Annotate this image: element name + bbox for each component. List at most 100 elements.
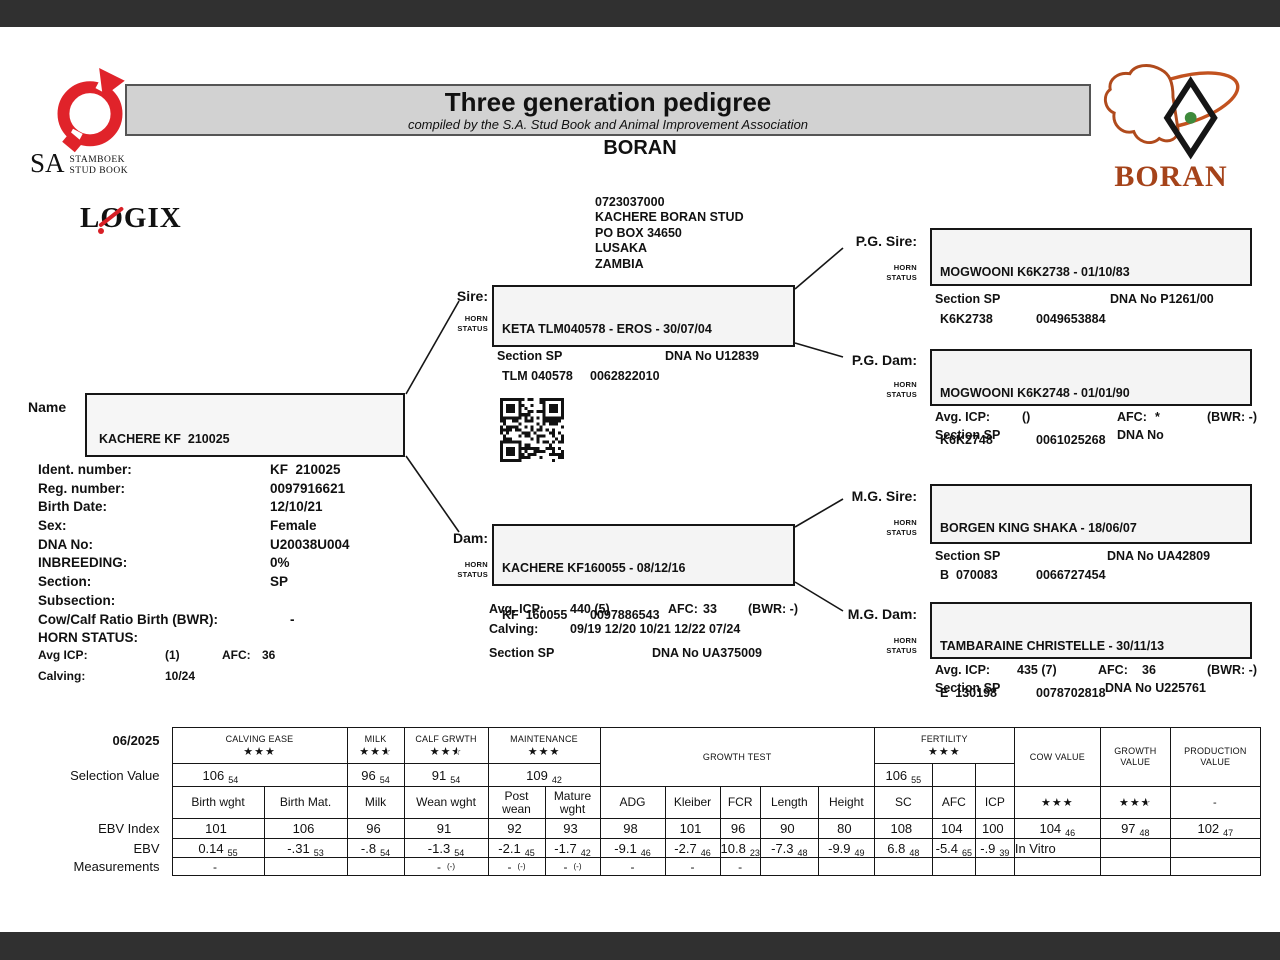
- cow-value-stars: ★★★: [1013, 786, 1101, 819]
- mg-dam-label: M.G. Dam:: [847, 606, 917, 622]
- pg-dam-afc: *: [1155, 410, 1160, 424]
- sire-name: KETA TLM040578 - EROS - 30/07/04: [502, 322, 712, 336]
- group-production-value: PRODUCTION VALUE: [1169, 727, 1261, 787]
- mg-dam-bwr: (BWR: -): [1207, 663, 1257, 677]
- pedigree-document: SA STAMBOEK STUD BOOK Three generation p…: [0, 0, 1280, 960]
- breed-name: BORAN: [603, 137, 677, 159]
- owner-phone: 0723037000: [595, 195, 665, 209]
- group-header-row: 06/2025 CALVING EASE★★★ MILK★★★☆ CALF GR…: [40, 727, 1261, 787]
- growth-value-stars: ★★★☆: [1099, 786, 1171, 819]
- mg-dam-avg-icp: 435 (7): [1017, 663, 1057, 677]
- owner-stud-name: KACHERE BORAN STUD: [595, 210, 744, 225]
- mg-sire-box: BORGEN KING SHAKA - 18/06/07 B 070083 006…: [930, 484, 1252, 582]
- milk-stars: ★★★☆: [359, 745, 392, 758]
- dam-name: KACHERE KF160055 - 08/12/16: [502, 561, 686, 575]
- title-box: Three generation pedigree compiled by th…: [125, 84, 1091, 136]
- selection-value-label: Selection Value: [40, 763, 172, 787]
- sel-icp-empty: [974, 763, 1015, 787]
- group-growth-test: GROWTH TEST: [599, 727, 875, 787]
- sire-reg: 0062822010: [590, 368, 660, 383]
- mg-dam-afc: 36: [1142, 663, 1156, 677]
- mg-dam-name: TAMBARAINE CHRISTELLE - 30/11/13: [940, 639, 1165, 653]
- mg-sire-reg: 0066727454: [1036, 567, 1106, 582]
- pg-sire-box: MOGWOONI K6K2738 - 01/10/83 K6K2738 00496…: [930, 228, 1252, 326]
- sel-calving-ease: 106 54: [171, 763, 348, 787]
- mg-sire-name: BORGEN KING SHAKA - 18/06/07: [940, 521, 1137, 535]
- mg-dam-section-dna: Section SP DNA No U225761: [0, 681, 1280, 697]
- pg-dam-label: P.G. Dam:: [851, 352, 917, 368]
- measurements-label: Measurements: [40, 857, 172, 876]
- sel-calf-growth: 91 54: [403, 763, 489, 787]
- owner-po-box: PO BOX 34650: [595, 225, 682, 240]
- mg-dam-box: TAMBARAINE CHRISTELLE - 30/11/13 E 13019…: [930, 602, 1252, 700]
- col-birth-mat: Birth Mat.: [263, 786, 348, 819]
- col-fcr: FCR: [719, 786, 761, 819]
- fertility-stars: ★★★: [928, 745, 961, 758]
- dam-label: Dam:: [452, 530, 488, 546]
- dam-dna: DNA No UA375009: [652, 646, 762, 660]
- col-kleiber: Kleiber: [664, 786, 721, 819]
- pg-dam-section: Section SP: [935, 428, 1001, 442]
- sire-section: Section SP: [497, 349, 563, 363]
- calving-ease-stars: ★★★: [243, 745, 276, 758]
- col-birth-wght: Birth wght: [171, 786, 265, 819]
- dam-horn-status-label: HORN STATUS: [457, 560, 488, 579]
- letterbox-bottom: [0, 932, 1280, 960]
- mg-dam-dna: DNA No U225761: [1105, 681, 1206, 695]
- owner-block: 0723037000 KACHERE BORAN STUD PO BOX 346…: [595, 195, 744, 272]
- pg-sire-horn-status-label: HORN STATUS: [886, 263, 917, 282]
- ebv-index-label: EBV Index: [40, 818, 172, 839]
- animal-name-box: KACHERE KF 210025: [85, 393, 405, 457]
- ebv-table: 06/2025 CALVING EASE★★★ MILK★★★☆ CALF GR…: [40, 727, 1261, 876]
- col-milk: Milk: [346, 786, 405, 819]
- boran-logo-text: BORAN: [1114, 160, 1228, 193]
- group-cow-value: COW VALUE: [1013, 727, 1101, 787]
- mg-sire-horn-status-label: HORN STATUS: [886, 518, 917, 537]
- in-vitro-cell: In Vitro: [1013, 838, 1101, 858]
- sel-fertility: 106 55: [873, 763, 933, 787]
- sire-label: Sire:: [456, 288, 488, 304]
- group-fertility: FERTILITY ★★★: [873, 727, 1015, 764]
- dam-section: Section SP: [489, 646, 555, 660]
- col-sc: SC: [873, 786, 933, 819]
- sa-studbook: STUD BOOK: [69, 165, 129, 176]
- pg-dam-bwr: (BWR: -): [1207, 410, 1257, 424]
- pg-sire-section: Section SP: [935, 292, 1001, 306]
- page-subtitle: compiled by the S.A. Stud Book and Anima…: [407, 117, 809, 132]
- page-title: Three generation pedigree: [444, 87, 772, 117]
- calf-growth-stars: ★★★☆: [429, 745, 463, 758]
- dam-avg-icp: 440 (5): [570, 602, 610, 616]
- logix-o-slash-icon: O: [98, 202, 124, 234]
- pg-dam-name: MOGWOONI K6K2748 - 01/01/90: [940, 386, 1130, 400]
- mg-sire-id: B 070083: [940, 567, 998, 582]
- pg-dam-box: MOGWOONI K6K2748 - 01/01/90 K6K2748 00610…: [930, 349, 1252, 447]
- pg-dam-avg-icp: (): [1022, 410, 1031, 424]
- ebv-label: EBV: [40, 838, 172, 858]
- pg-dam-horn-status-label: HORN STATUS: [886, 380, 917, 399]
- mg-sire-label: M.G. Sire:: [851, 488, 917, 504]
- animal-name-label: Name: [28, 399, 67, 415]
- logix-gix: GIX: [123, 202, 182, 234]
- logix-l: L: [80, 202, 101, 234]
- production-value-stars: -: [1169, 786, 1261, 819]
- ebv-index-row: EBV Index 101 106 96 91 92 93 98 101 96 …: [40, 818, 1261, 839]
- boran-logo-icon: [1103, 64, 1240, 160]
- sire-horn-status-label: HORN STATUS: [457, 314, 488, 333]
- maintenance-stars: ★★★: [527, 745, 561, 758]
- col-wean-wght: Wean wght: [403, 786, 489, 819]
- col-height: Height: [817, 786, 875, 819]
- table-date: 06/2025: [40, 727, 172, 764]
- mg-sire-dna: DNA No UA42809: [1107, 549, 1211, 563]
- pg-sire-id: K6K2738: [940, 311, 993, 326]
- owner-city: LUSAKA: [595, 241, 648, 256]
- mg-dam-horn-status-label: HORN STATUS: [886, 636, 917, 655]
- sire-id: TLM 040578: [502, 368, 573, 383]
- group-calf-growth: CALF GRWTH★★★☆: [403, 727, 489, 764]
- group-maintenance: MAINTENANCE ★★★: [487, 727, 601, 764]
- mg-sire-section: Section SP: [935, 549, 1001, 563]
- ebv-row: EBV 0.14 55 -.31 53 -.8 54 -1.3 54 -2.1 45 -1…: [40, 838, 1261, 858]
- pg-sire-name: MOGWOONI K6K2738 - 01/10/83: [940, 265, 1130, 279]
- col-icp: ICP: [974, 786, 1015, 819]
- sel-maintenance: 109 42: [487, 763, 601, 787]
- logix-logo: LOGIX: [80, 202, 182, 235]
